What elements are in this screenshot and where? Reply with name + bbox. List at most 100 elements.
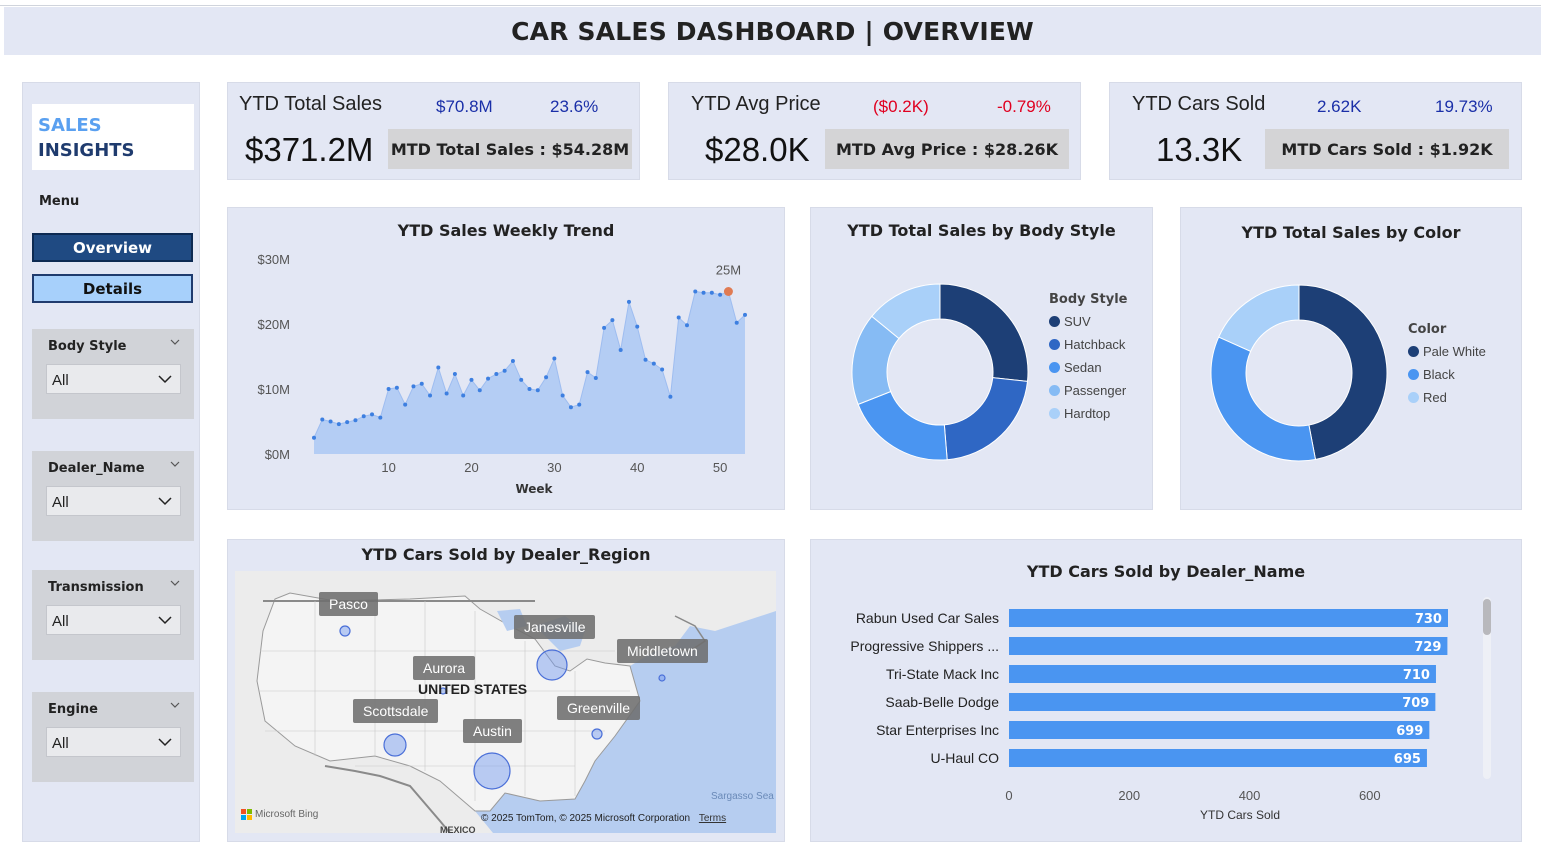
dealer-bar [1009,609,1448,627]
data-point [461,393,466,398]
legend-swatch [1049,362,1060,373]
region-label-janesville[interactable]: Janesville [514,615,596,639]
dropdown-value: All [52,372,69,389]
logo-line-2: INSIGHTS [38,140,135,161]
chevron-down-icon[interactable] [170,578,180,588]
chevron-down-icon[interactable] [170,459,180,469]
data-point [668,394,673,399]
dealer-name-dropdown[interactable]: All [46,486,181,516]
data-point [701,290,706,295]
top-strip [0,0,1541,6]
engine-dropdown[interactable]: All [46,727,181,757]
menu-label: Menu [39,194,80,209]
data-point [386,387,391,391]
title-bar: CAR SALES DASHBOARD | OVERVIEW [4,7,1541,55]
data-point [660,367,665,372]
region-label-scottsdale[interactable]: Scottsdale [353,699,439,723]
data-point [635,324,640,329]
kpi-card-cars-sold: YTD Cars Sold 2.62K 19.73% 13.3K MTD Car… [1109,82,1522,180]
data-point [734,320,739,325]
data-point [709,290,714,295]
sea-label: Sargasso Sea [711,791,774,802]
kpi-delta-abs: 2.62K [1317,97,1362,116]
y-tick-label: $20M [257,317,290,332]
dealer-bar [1009,749,1427,767]
data-point [428,393,433,398]
chevron-down-icon[interactable] [170,700,180,710]
dealer-scrollbar[interactable] [1483,597,1491,779]
weekly-trend-plot[interactable]: $0M $10M $20M $30M 10 20 30 40 50 Week 25M [228,208,786,511]
x-tick-label: 50 [713,460,727,475]
region-label-pasco[interactable]: Pasco [319,592,378,616]
bar-value-label: 699 [1396,724,1423,739]
bing-brand: Microsoft Bing [241,809,318,820]
region-label-middletown[interactable]: Middletown [617,639,708,663]
dealer-bar-plot[interactable]: Rabun Used Car Sales 730 Progressive Shipp… [811,540,1523,843]
sidebar: SALES INSIGHTS Menu Overview Details Bod… [22,82,200,842]
map-canvas[interactable]: Pasco Janesville Middletown Aurora UNITE… [235,571,776,833]
legend-label: Red [1423,390,1447,405]
x-axis-label: Week [515,482,553,496]
data-point [353,418,358,423]
x-tick-label: 600 [1359,788,1381,803]
slicer-transmission: Transmission All [32,570,194,660]
kpi-delta-pct: 23.6% [550,97,599,116]
legend-swatch [1049,408,1060,419]
data-point [651,361,656,366]
x-tick-label: 20 [464,460,478,475]
transmission-dropdown[interactable]: All [46,605,181,635]
bar-value-label: 730 [1415,612,1442,627]
chevron-down-icon [158,616,172,625]
data-point [718,292,723,297]
data-point [743,312,747,317]
body-style-dropdown[interactable]: All [46,364,181,394]
dealer-region-map: YTD Cars Sold by Dealer_Region Pasco Jan… [227,539,785,842]
x-tick-label: 400 [1239,788,1261,803]
data-point [618,348,623,352]
kpi-value: 13.3K [1156,131,1243,168]
legend-item[interactable]: Red [1408,383,1486,412]
region-label-aurora[interactable]: Aurora [413,656,476,680]
scroll-thumb[interactable] [1483,599,1491,635]
donut-slice [857,390,948,461]
color-chart: YTD Total Sales by Color Color Pale Whit… [1180,207,1522,510]
chevron-down-icon[interactable] [170,337,180,347]
data-point [643,357,648,362]
donut-slice [1218,284,1300,353]
details-button[interactable]: Details [32,274,193,303]
y-tick-label: $30M [257,252,290,267]
data-point [477,388,482,393]
data-point [444,391,449,396]
y-tick-label: $10M [257,382,290,397]
brand-label: Microsoft Bing [255,809,319,820]
data-point [312,435,316,440]
mtd-value: MTD Total Sales : $54.28M [388,129,632,169]
dealer-name-label: U-Haul CO [931,750,1000,766]
legend-label: Black [1423,367,1455,382]
legend-label: Sedan [1064,360,1102,375]
overview-button[interactable]: Overview [32,233,193,262]
legend-swatch [1408,346,1419,357]
region-label-austin[interactable]: Austin [463,719,522,743]
data-point [328,419,333,424]
kpi-delta-pct: 19.73% [1435,97,1493,116]
terms-link[interactable]: Terms [699,813,726,824]
map-bubbles [339,625,666,790]
dealer-name-label: Star Enterprises Inc [876,722,999,738]
legend-item[interactable]: Hardtop [1049,399,1127,428]
data-point [585,370,590,375]
data-point [494,372,499,377]
bar-value-label: 695 [1394,752,1421,767]
dealer-name-label: Saab-Belle Dodge [885,694,999,710]
region-label-greenville[interactable]: Greenville [557,696,641,720]
kpi-card-avg-price: YTD Avg Price ($0.2K) -0.79% $28.0K MTD … [668,82,1081,180]
highlight-label: 25M [716,263,741,278]
data-point [452,372,457,377]
mtd-value: MTD Avg Price : $28.26K [825,129,1069,169]
data-point [436,365,441,370]
kpi-title: YTD Total Sales [239,93,383,115]
data-point [419,381,424,386]
chevron-down-icon [158,738,172,747]
kpi-delta-abs: ($0.2K) [873,97,929,116]
x-tick-label: 10 [381,460,395,475]
